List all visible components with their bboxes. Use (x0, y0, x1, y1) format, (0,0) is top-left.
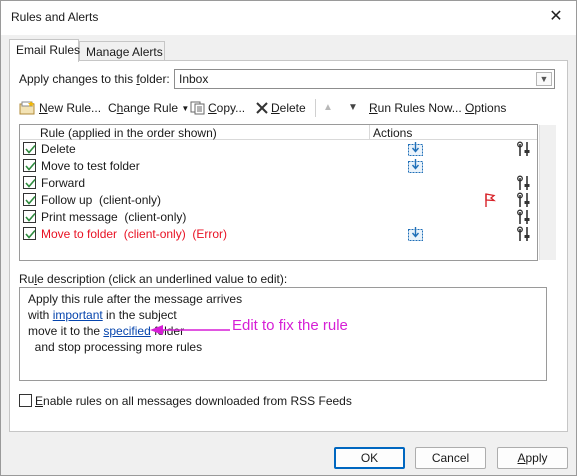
rule-row[interactable]: Follow up (client-only) (20, 192, 537, 209)
tools-settings-icon (516, 226, 532, 245)
options-accel: O (465, 101, 475, 115)
description-line-2: with important in the subject (28, 308, 177, 322)
move-to-folder-icon (407, 226, 425, 245)
description-line-1: Apply this rule after the message arrive… (28, 292, 243, 306)
folder-label: Apply changes to this folder: (19, 72, 170, 86)
cancel-button-label: Cancel (431, 451, 470, 465)
change-rule-label-pre: C (108, 101, 117, 115)
scrollbar[interactable] (539, 125, 556, 260)
rule-enabled-checkbox[interactable] (23, 227, 36, 240)
new-rule-button[interactable]: New Rule... (19, 101, 101, 117)
new-rule-icon (19, 101, 35, 115)
rule-name: Move to folder (client-only) (Error) (41, 227, 228, 241)
ok-button[interactable]: OK (334, 447, 405, 469)
folder-select[interactable]: Inbox ▼ (174, 69, 555, 89)
copy-label: opy... (216, 101, 246, 115)
toolbar-divider (315, 99, 316, 117)
specified-folder-link[interactable]: specified (103, 324, 150, 338)
move-up-icon[interactable]: ▲ (323, 102, 333, 113)
column-header-actions[interactable]: Actions (373, 126, 412, 140)
rule-name: Forward (41, 176, 86, 190)
move-down-icon[interactable]: ▼ (348, 102, 358, 113)
folder-label-text: Apply changes to this (19, 72, 137, 86)
title-bar: Rules and Alerts ✕ (1, 1, 576, 35)
rules-and-alerts-dialog: Rules and Alerts ✕ Email Rules Manage Al… (0, 0, 577, 476)
rule-name: Delete (41, 142, 76, 156)
change-rule-label: ange Rule (123, 101, 179, 115)
delete-button[interactable]: Delete (255, 101, 306, 117)
rule-name: Follow up (client-only) (41, 193, 162, 207)
rule-enabled-checkbox[interactable] (23, 210, 36, 223)
cancel-button[interactable]: Cancel (415, 447, 486, 469)
rule-row[interactable]: Forward (20, 175, 537, 192)
email-rules-panel: Apply changes to this folder: Inbox ▼ Ne… (9, 60, 568, 432)
folder-select-value: Inbox (179, 72, 209, 86)
run-rules-accel: R (369, 101, 378, 115)
options-button[interactable]: Options (465, 101, 506, 117)
delete-accel: D (271, 101, 280, 115)
checkmark-icon (25, 212, 36, 222)
rss-rules-label: Enable rules on all messages downloaded … (35, 394, 352, 408)
new-rule-label: ew Rule... (47, 101, 102, 115)
rule-enabled-checkbox[interactable] (23, 193, 36, 206)
rule-description-label: Rule description (click an underlined va… (19, 272, 287, 286)
rule-description-label-text: e description (click an underlined value… (37, 272, 288, 286)
annotation-arrow-icon (150, 325, 230, 335)
tab-manage-alerts-label: Manage Alerts (86, 45, 163, 59)
tab-email-rules[interactable]: Email Rules (9, 39, 81, 62)
copy-accel: C (208, 101, 217, 115)
description-line-4: and stop processing more rules (28, 340, 203, 354)
folder-label-text-end: older: (139, 72, 170, 86)
apply-button[interactable]: Apply (497, 447, 568, 469)
run-rules-label: un Rules Now... (377, 101, 462, 115)
tab-manage-alerts[interactable]: Manage Alerts (79, 41, 165, 61)
close-icon[interactable]: ✕ (546, 7, 566, 27)
rule-row[interactable]: Delete (20, 141, 537, 158)
rule-description-box: Apply this rule after the message arrive… (19, 287, 547, 381)
rule-enabled-checkbox[interactable] (23, 159, 36, 172)
apply-button-label: pply (525, 451, 548, 465)
run-rules-now-button[interactable]: Run Rules Now... (369, 101, 462, 117)
rule-row[interactable]: Move to folder (client-only) (Error) (20, 226, 537, 243)
description-line-2-post: in the subject (102, 308, 177, 322)
checkmark-icon (25, 195, 36, 205)
window-title: Rules and Alerts (11, 10, 99, 24)
rule-description-label-pre: Ru (19, 272, 35, 286)
apply-accel: A (517, 451, 526, 465)
column-separator (369, 125, 370, 140)
checkmark-icon (25, 144, 36, 154)
rss-accel: E (35, 394, 44, 408)
checkmark-icon (25, 229, 36, 239)
change-rule-button[interactable]: Change Rule ▼ (108, 101, 189, 117)
column-header-rule[interactable]: Rule (applied in the order shown) (40, 126, 217, 140)
tab-email-rules-label: Email Rules (16, 43, 81, 57)
rules-list-header: Rule (applied in the order shown) Action… (20, 125, 537, 140)
ok-button-label: OK (360, 451, 379, 465)
checkmark-icon (25, 161, 36, 171)
rule-row[interactable]: Print message (client-only) (20, 209, 537, 226)
delete-x-icon (256, 102, 268, 114)
copy-button[interactable]: Copy... (190, 101, 245, 117)
rule-name: Move to test folder (41, 159, 140, 173)
chevron-down-icon[interactable]: ▼ (536, 72, 552, 86)
rss-checkbox-box[interactable] (19, 394, 32, 407)
annotation-text: Edit to fix the rule (232, 317, 348, 334)
rule-enabled-checkbox[interactable] (23, 176, 36, 189)
description-line-3-pre: move it to the (28, 324, 104, 338)
rule-row[interactable]: Move to test folder (20, 158, 537, 175)
delete-label: elete (279, 101, 306, 115)
rules-list[interactable]: Rule (applied in the order shown) Action… (19, 124, 556, 261)
dropdown-arrow-icon: ▼ (181, 104, 190, 113)
rule-enabled-checkbox[interactable] (23, 142, 36, 155)
new-rule-accel: N (39, 101, 48, 115)
importance-link[interactable]: important (53, 308, 103, 322)
rss-label-text: nable rules on all messages downloaded f… (43, 394, 352, 408)
description-line-2-pre: with (28, 308, 53, 322)
copy-icon (190, 101, 205, 115)
rule-name: Print message (client-only) (41, 210, 187, 224)
checkmark-icon (25, 178, 36, 188)
options-label: ptions (474, 101, 507, 115)
